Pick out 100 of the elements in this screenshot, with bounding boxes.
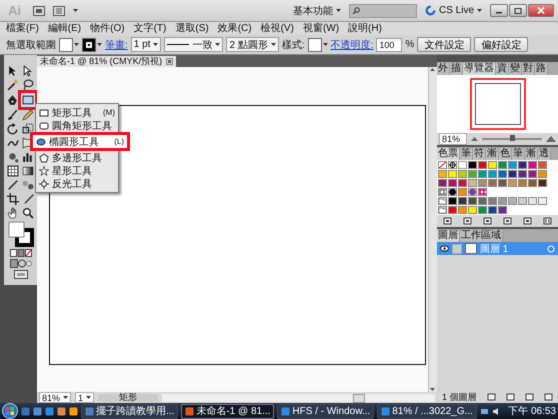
layout-icon[interactable] bbox=[53, 6, 65, 16]
zoom-field[interactable]: 81% bbox=[439, 133, 467, 145]
registration-swatch[interactable] bbox=[448, 161, 457, 169]
color-swatch[interactable] bbox=[478, 197, 487, 205]
lock-toggle[interactable] bbox=[452, 244, 462, 254]
color-swatch[interactable] bbox=[468, 170, 477, 178]
color-swatch[interactable] bbox=[498, 170, 507, 178]
stroke-profile-select[interactable]: 一致 bbox=[164, 37, 224, 52]
panel-tab[interactable]: 變 bbox=[509, 63, 522, 75]
no-color-swatch[interactable] bbox=[438, 161, 447, 169]
rotate-icon[interactable] bbox=[7, 123, 19, 135]
opacity-link[interactable]: 不透明度: bbox=[330, 38, 374, 52]
color-swatch[interactable] bbox=[488, 179, 497, 187]
knife-icon[interactable] bbox=[22, 193, 34, 205]
color-swatch[interactable] bbox=[478, 188, 487, 196]
zoom-in-icon[interactable] bbox=[546, 136, 556, 142]
color-swatch[interactable] bbox=[538, 170, 547, 178]
zoom-slider[interactable] bbox=[510, 135, 515, 141]
workspace-switcher[interactable]: 基本功能 bbox=[292, 4, 333, 18]
panel-tab[interactable]: 透 bbox=[538, 148, 551, 160]
panel-tab[interactable]: 導覽器 bbox=[463, 63, 496, 75]
color-swatch[interactable] bbox=[478, 161, 487, 169]
warp-icon[interactable] bbox=[7, 137, 19, 149]
color-swatch[interactable] bbox=[468, 179, 477, 187]
pen-icon[interactable] bbox=[7, 94, 19, 106]
draw-mode-icon[interactable] bbox=[10, 259, 32, 268]
scale-icon[interactable] bbox=[22, 123, 34, 135]
color-swatch[interactable] bbox=[438, 170, 447, 178]
eyedropper-icon[interactable] bbox=[7, 179, 19, 191]
taskbar-button[interactable]: 擺子跨讀教學用... bbox=[81, 404, 178, 418]
color-swatch[interactable] bbox=[488, 161, 497, 169]
taskbar-button[interactable]: HFS / - Window... bbox=[277, 404, 374, 418]
style-swatch[interactable] bbox=[308, 38, 322, 52]
color-swatch[interactable] bbox=[478, 170, 487, 178]
screen-mode-icon[interactable] bbox=[14, 270, 28, 279]
menu-item[interactable]: 檔案(F) bbox=[6, 22, 39, 35]
color-swatch[interactable] bbox=[448, 188, 457, 196]
color-swatch[interactable] bbox=[478, 206, 487, 214]
panel-tool-icon[interactable] bbox=[482, 217, 492, 225]
color-swatch[interactable] bbox=[508, 161, 517, 169]
vertical-scrollbar[interactable] bbox=[428, 67, 437, 392]
cs-live-menu[interactable]: CS Live bbox=[438, 5, 474, 16]
color-swatch[interactable] bbox=[518, 170, 527, 178]
menu-item[interactable]: 編輯(E) bbox=[48, 22, 82, 35]
color-swatch[interactable] bbox=[498, 197, 507, 205]
stroke-link[interactable]: 筆畫: bbox=[105, 38, 128, 52]
blend-icon[interactable] bbox=[22, 179, 34, 191]
panel-tab[interactable]: 描 bbox=[450, 63, 463, 75]
lasso-icon[interactable] bbox=[22, 79, 34, 91]
status-label[interactable]: 矩形 bbox=[98, 394, 158, 402]
panel-tab[interactable]: 資 bbox=[496, 63, 509, 75]
eye-icon[interactable] bbox=[440, 245, 449, 252]
color-swatch[interactable] bbox=[488, 206, 497, 214]
color-swatch[interactable] bbox=[528, 170, 537, 178]
rectangle-tool-button[interactable] bbox=[18, 90, 38, 110]
color-swatch[interactable] bbox=[488, 170, 497, 178]
color-swatch[interactable] bbox=[498, 161, 507, 169]
color-swatch[interactable] bbox=[458, 188, 467, 196]
brush-icon[interactable] bbox=[7, 109, 19, 121]
menu-item[interactable]: 多邊形工具 bbox=[36, 151, 118, 164]
crop-icon[interactable] bbox=[7, 193, 19, 205]
panel-tool-icon[interactable] bbox=[503, 217, 512, 225]
panel-tab[interactable]: 路 bbox=[535, 63, 548, 75]
color-swatch[interactable] bbox=[478, 179, 487, 187]
color-swatch[interactable] bbox=[488, 197, 497, 205]
symbol-icon[interactable] bbox=[7, 151, 19, 163]
color-swatch[interactable] bbox=[468, 206, 477, 214]
zoom-icon[interactable] bbox=[22, 207, 34, 219]
panel-tab[interactable]: 筆 bbox=[460, 148, 473, 160]
trash-icon[interactable] bbox=[543, 217, 552, 225]
panel-tab[interactable]: 漸 bbox=[525, 148, 538, 160]
color-swatch[interactable] bbox=[438, 188, 447, 196]
close-button[interactable] bbox=[528, 4, 554, 17]
grid-icon[interactable] bbox=[7, 165, 19, 177]
panel-tab[interactable]: 漸 bbox=[486, 148, 499, 160]
wand-icon[interactable] bbox=[7, 79, 19, 91]
color-swatch[interactable] bbox=[508, 170, 517, 178]
search-field[interactable] bbox=[348, 4, 417, 18]
panel-tool-icon[interactable] bbox=[523, 217, 532, 225]
document-tab[interactable]: 未命名-1 @ 81% (CMYK/預視) bbox=[37, 56, 176, 67]
taskbar-button[interactable]: 未命名-1 @ 81... bbox=[181, 404, 274, 418]
color-swatch[interactable] bbox=[458, 170, 467, 178]
menu-item[interactable]: 物件(O) bbox=[90, 22, 125, 35]
fill-swatch[interactable] bbox=[59, 38, 73, 52]
color-swatch[interactable] bbox=[528, 179, 537, 187]
hollow-arrow-icon[interactable] bbox=[22, 65, 34, 77]
color-swatch[interactable] bbox=[448, 170, 457, 178]
settings-button[interactable]: 偏好設定 bbox=[474, 37, 528, 52]
color-swatch[interactable] bbox=[538, 197, 547, 205]
panel-tab[interactable]: 工作區域 bbox=[460, 230, 503, 242]
menu-item[interactable]: 圓角矩形工具 bbox=[36, 119, 118, 132]
color-swatch[interactable] bbox=[438, 179, 447, 187]
minimize-button[interactable] bbox=[490, 4, 508, 17]
color-swatch[interactable] bbox=[458, 197, 467, 205]
hand-icon[interactable] bbox=[7, 207, 19, 219]
brush-select[interactable]: 2 點圓形 bbox=[226, 37, 279, 52]
settings-button[interactable]: 文件設定 bbox=[417, 37, 472, 52]
color-swatch[interactable] bbox=[528, 197, 537, 205]
taskbar-button[interactable]: 81% / ...3022_G... bbox=[377, 404, 477, 418]
panel-tab[interactable]: 色 bbox=[499, 148, 512, 160]
